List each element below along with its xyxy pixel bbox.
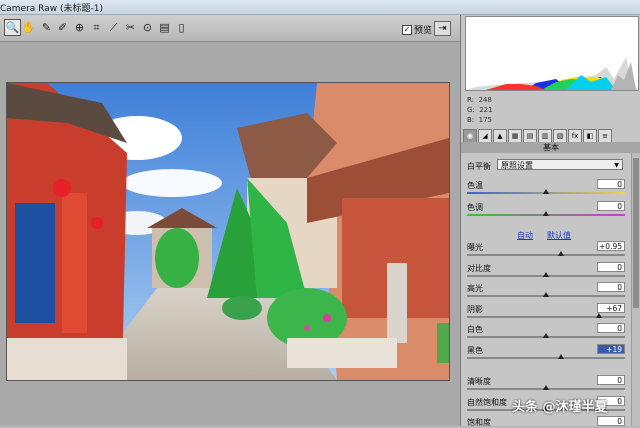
white-balance-tool-button[interactable]: ✎ [39,20,54,35]
slider-value-input[interactable]: 0 [597,323,625,333]
image-canvas[interactable] [0,42,460,426]
slider-value-input[interactable]: 0 [597,179,625,189]
slider-track[interactable] [467,357,625,359]
slider-thumb[interactable] [558,251,564,256]
section-title: 基本 [461,142,640,153]
preview-label: 预览 [414,26,433,36]
white-balance-icon: ✎ [41,21,52,34]
slider-label: 高光 [467,284,483,293]
crop-icon: ⌗ [93,21,100,34]
photo-preview[interactable] [6,82,450,381]
histogram [465,16,639,91]
white-balance-label: 白平衡 [467,162,491,171]
slider-thumb[interactable] [543,333,549,338]
fullscreen-icon: ⇥ [438,23,447,34]
slider-value-input[interactable]: +67 [597,303,625,313]
slider-value-input[interactable]: +0.95 [597,241,625,251]
scrollbar-thumb[interactable] [633,158,639,308]
tab-camera-calibration[interactable]: ◧ [583,129,597,143]
color-sampler-icon: ✐ [57,21,68,34]
slider-label: 清晰度 [467,377,491,386]
tab-effects[interactable]: ▧ [553,129,567,143]
slider-value-input[interactable]: 0 [597,416,625,426]
straighten-icon: ⟋ [109,21,118,34]
fullscreen-button[interactable]: ⇥ [434,21,451,36]
slider-label: 对比度 [467,264,491,273]
panel-scrollbar[interactable] [631,153,640,426]
rgb-readout: R: 248 G: 221 B: 175 [467,95,493,125]
preview-checkbox[interactable]: ✓ [402,24,412,35]
slider-value-input[interactable]: 0 [597,375,625,385]
adjustment-panel: R: 248 G: 221 B: 175 ◉ ◢ ▲ ▦ ▤ ▥ ▧ fx ◧ … [460,15,640,427]
tab-basic[interactable]: ◉ [463,129,477,143]
green-value: G: 221 [467,106,493,114]
slider-thumb[interactable] [596,313,602,318]
color-sampler-tool-button[interactable]: ✐ [55,20,70,35]
spot-removal-icon: ✂ [125,21,136,34]
tab-presets[interactable]: ≡ [598,129,612,143]
zoom-icon: 🔍 [5,21,20,34]
target-adjust-tool-button[interactable]: ⊕ [72,20,87,35]
window-title: Camera Raw (未标题-1) [0,4,103,14]
white-balance-select[interactable]: 原照设置 ▼ [497,159,623,170]
hand-icon: ✋ [21,21,36,34]
white-balance-value: 原照设置 [501,161,533,170]
slider-value-input[interactable]: 0 [597,201,625,211]
slider-thumb[interactable] [543,292,549,297]
slider-thumb[interactable] [543,272,549,277]
slider-label: 自然饱和度 [467,398,507,407]
histogram-graph [466,17,638,90]
red-eye-icon: ⊙ [142,21,153,34]
street-photo-image [7,83,449,380]
slider-value-input[interactable]: +19 [597,344,625,354]
graduated-filter-icon: ▯ [178,21,185,34]
red-value: R: 248 [467,96,492,104]
title-bar: Camera Raw (未标题-1) [0,0,640,15]
adjustment-brush-tool-button[interactable]: ▤ [157,20,172,35]
tab-lens[interactable]: ▥ [538,129,552,143]
crop-tool-button[interactable]: ⌗ [89,20,104,35]
slider-thumb[interactable] [543,189,549,194]
adjustment-brush-icon: ▤ [159,21,170,34]
slider-track[interactable] [467,254,625,256]
zoom-tool-button[interactable]: 🔍 [4,19,21,36]
tab-hsl[interactable]: ▦ [508,129,522,143]
red-eye-tool-button[interactable]: ⊙ [140,20,155,35]
slider-label: 色调 [467,203,483,212]
tab-tone-curve[interactable]: ◢ [478,129,492,143]
straighten-tool-button[interactable]: ⟋ [106,20,121,35]
slider-value-input[interactable]: 0 [597,262,625,272]
panel-tabs: ◉ ◢ ▲ ▦ ▤ ▥ ▧ fx ◧ ≡ [461,127,640,143]
chevron-down-icon: ▼ [614,162,619,169]
preview-toggle[interactable]: ✓ 预览 [402,23,432,36]
default-link[interactable]: 默认值 [547,230,571,241]
slider-label: 色温 [467,181,483,190]
spot-removal-tool-button[interactable]: ✂ [123,20,138,35]
toolbar: 🔍 ✋ ✎ ✐ ⊕ ⌗ ⟋ ✂ ⊙ ▤ ▯ ✓ 预览 ⇥ [0,15,460,42]
watermark-text: 头条 @沐瑾半夏 [512,400,608,415]
slider-label: 饱和度 [467,418,491,427]
slider-thumb[interactable] [543,211,549,216]
slider-label: 曝光 [467,243,483,252]
slider-value-input[interactable]: 0 [597,282,625,292]
slider-label: 阴影 [467,305,483,314]
tab-split-toning[interactable]: ▤ [523,129,537,143]
graduated-filter-tool-button[interactable]: ▯ [174,20,189,35]
slider-label: 白色 [467,325,483,334]
slider-label: 黑色 [467,346,483,355]
tab-fx[interactable]: fx [568,129,582,143]
slider-thumb[interactable] [543,385,549,390]
hand-tool-button[interactable]: ✋ [21,20,36,35]
target-adjust-icon: ⊕ [74,21,85,34]
slider-thumb[interactable] [558,354,564,359]
blue-value: B: 175 [467,116,492,124]
auto-link[interactable]: 自动 [517,230,533,241]
tab-detail[interactable]: ▲ [493,129,507,143]
